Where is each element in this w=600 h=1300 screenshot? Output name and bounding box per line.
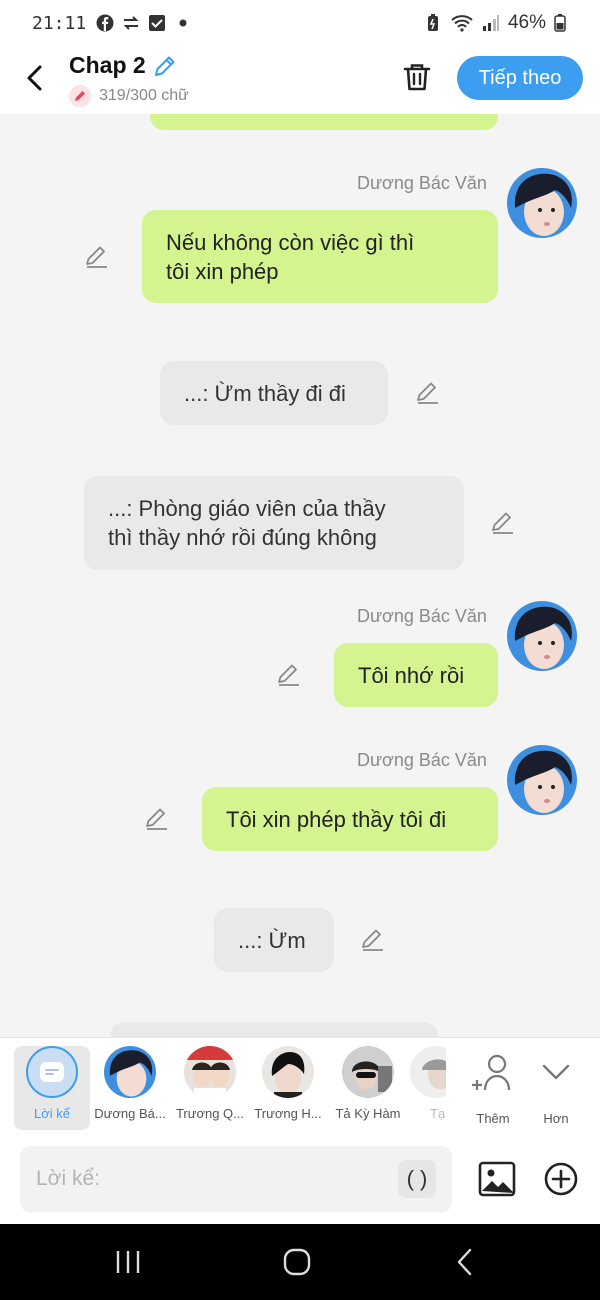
facebook-icon bbox=[96, 14, 114, 32]
wifi-icon bbox=[450, 14, 474, 32]
chevron-down-icon bbox=[542, 1064, 570, 1080]
parenthesis-button[interactable]: ( ) bbox=[398, 1160, 436, 1198]
edit-title-pencil-icon[interactable] bbox=[152, 53, 178, 79]
narration-icon bbox=[26, 1046, 78, 1098]
add-button[interactable] bbox=[544, 1162, 578, 1196]
character-avatar bbox=[262, 1046, 314, 1098]
more-button[interactable]: Hơn bbox=[520, 1046, 592, 1130]
status-time: 21:11 bbox=[32, 12, 87, 34]
count-pencil-icon bbox=[69, 85, 91, 107]
word-count-row: 319/300 chữ bbox=[69, 85, 189, 107]
character-option[interactable]: Trương Q... bbox=[172, 1046, 248, 1130]
message-bubble[interactable]: Tôi xin phép thầy tôi đi bbox=[202, 787, 498, 851]
character-avatar[interactable] bbox=[507, 601, 577, 671]
character-name: Dương Bác Văn bbox=[357, 606, 487, 626]
trash-icon bbox=[403, 64, 431, 91]
add-label: Thêm bbox=[476, 1111, 510, 1126]
status-bar: 21:11 46% bbox=[0, 0, 600, 46]
delete-button[interactable] bbox=[400, 60, 434, 94]
back-button[interactable] bbox=[22, 62, 50, 94]
transfer-icon bbox=[122, 14, 140, 32]
narration-line: ...: Phòng giáo viên của thầy bbox=[108, 496, 386, 521]
character-avatar bbox=[342, 1046, 394, 1098]
character-name: Dương Bác Văn bbox=[357, 750, 487, 770]
edit-message-pencil-icon[interactable] bbox=[84, 244, 110, 270]
composer-bar: Lời kể: ( ) bbox=[0, 1136, 600, 1224]
message-bubble[interactable]: Nếu không còn việc gì thì tôi xin phép bbox=[142, 210, 498, 303]
dot-icon bbox=[174, 14, 192, 32]
character-option[interactable]: Trương H... bbox=[250, 1046, 326, 1130]
narration-line: thì thầy nhớ rồi đúng không bbox=[108, 525, 377, 550]
add-person-icon bbox=[472, 1054, 511, 1091]
narration-bubble-partial[interactable] bbox=[110, 1022, 438, 1037]
character-option-label: Dương Bá... bbox=[94, 1106, 166, 1121]
word-count: 319/300 chữ bbox=[99, 87, 189, 104]
character-option[interactable]: Tạ bbox=[410, 1046, 446, 1130]
message-text: Tôi nhớ rồi bbox=[358, 662, 465, 688]
message-text: Tôi xin phép thầy tôi đi bbox=[226, 806, 447, 832]
character-option-narration[interactable]: Lời kể bbox=[14, 1046, 90, 1130]
character-option[interactable]: Dương Bá... bbox=[92, 1046, 168, 1130]
character-avatar[interactable] bbox=[507, 745, 577, 815]
system-navigation-bar bbox=[0, 1224, 600, 1300]
edit-message-pencil-icon[interactable] bbox=[415, 380, 441, 406]
message-line: Nếu không còn việc gì thì bbox=[166, 229, 415, 255]
character-option-label: Lời kể bbox=[34, 1106, 70, 1121]
checkbox-icon bbox=[148, 14, 166, 32]
narration-bubble[interactable]: ...: Ừm bbox=[214, 908, 334, 972]
edit-message-pencil-icon[interactable] bbox=[276, 662, 302, 688]
home-button[interactable] bbox=[281, 1246, 313, 1278]
battery-percent: 46% bbox=[507, 12, 546, 33]
character-option-label: Tả Kỳ Hàm bbox=[335, 1106, 401, 1121]
recent-apps-icon bbox=[116, 1251, 140, 1273]
text-input[interactable]: Lời kể: ( ) bbox=[20, 1146, 452, 1212]
message-bubble-partial[interactable] bbox=[150, 114, 498, 130]
add-character-button[interactable]: Thêm bbox=[456, 1046, 530, 1130]
edit-message-pencil-icon[interactable] bbox=[144, 806, 170, 832]
character-avatar[interactable] bbox=[507, 168, 577, 238]
more-label: Hơn bbox=[543, 1111, 569, 1126]
recent-apps-button[interactable] bbox=[112, 1246, 144, 1278]
input-placeholder: Lời kể: bbox=[36, 1167, 100, 1190]
back-chevron-icon bbox=[457, 1248, 472, 1276]
edit-message-pencil-icon[interactable] bbox=[490, 510, 516, 536]
narration-bubble[interactable]: ...: Phòng giáo viên của thầy thì thầy n… bbox=[84, 476, 464, 570]
next-button[interactable]: Tiếp theo bbox=[457, 56, 583, 100]
chat-area[interactable]: Dương Bác Văn Nếu không còn việc gì thì … bbox=[0, 114, 600, 1037]
character-avatar bbox=[184, 1046, 236, 1098]
character-option-label: Trương H... bbox=[254, 1106, 322, 1121]
header: Chap 2 319/300 chữ Tiếp theo bbox=[0, 46, 600, 114]
system-back-button[interactable] bbox=[450, 1246, 482, 1278]
character-option-label: Tạ bbox=[430, 1106, 446, 1121]
image-icon bbox=[478, 1161, 516, 1197]
character-option-label: Trương Q... bbox=[175, 1106, 245, 1121]
insert-image-button[interactable] bbox=[478, 1160, 516, 1198]
narration-text: ...: Ừm thầy đi đi bbox=[184, 380, 346, 406]
message-bubble[interactable]: Tôi nhớ rồi bbox=[334, 643, 498, 707]
character-avatar bbox=[410, 1046, 446, 1098]
message-line: tôi xin phép bbox=[166, 258, 279, 284]
signal-icon bbox=[482, 14, 500, 32]
character-avatar bbox=[104, 1046, 156, 1098]
back-arrow-icon bbox=[27, 65, 42, 91]
character-option[interactable]: Tả Kỳ Hàm bbox=[330, 1046, 406, 1130]
narration-bubble[interactable]: ...: Ừm thầy đi đi bbox=[160, 361, 388, 425]
character-selector: Lời kể Dương Bá... Trương Q... Trương H.… bbox=[0, 1037, 600, 1136]
plus-circle-icon bbox=[544, 1162, 578, 1196]
battery-icon bbox=[554, 14, 566, 32]
character-name: Dương Bác Văn bbox=[357, 173, 487, 193]
chapter-title: Chap 2 bbox=[69, 52, 146, 78]
title-area: Chap 2 319/300 chữ bbox=[69, 52, 189, 107]
home-icon bbox=[283, 1248, 311, 1276]
chapter-title-row[interactable]: Chap 2 bbox=[69, 52, 189, 79]
battery-saver-icon bbox=[424, 14, 442, 32]
edit-message-pencil-icon[interactable] bbox=[360, 927, 386, 953]
narration-text: ...: Ừm bbox=[238, 927, 306, 953]
